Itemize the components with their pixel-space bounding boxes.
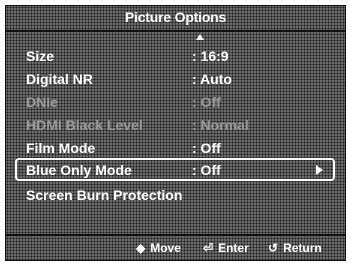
return-icon: ↺ (268, 241, 279, 255)
menu-item-digital-nr[interactable]: Digital NR : Auto (6, 67, 345, 90)
return-label: Return (283, 241, 322, 255)
scroll-up-arrow-icon[interactable] (196, 34, 204, 40)
menu-item-label: DNIe (26, 94, 58, 110)
menu-item-value: : 16:9 (192, 48, 229, 64)
menu-title: Picture Options (124, 9, 227, 25)
move-icon: ◆ (136, 241, 146, 255)
menu-item-value: : Off (192, 162, 221, 178)
menu-item-label: HDMI Black Level (26, 117, 143, 133)
menu-item-label: Digital NR (26, 71, 93, 87)
enter-label: Enter (218, 241, 249, 255)
move-hint: ◆ Move (136, 241, 181, 255)
menu-item-blue-only-mode[interactable]: Blue Only Mode : Off (15, 158, 335, 181)
menu-item-film-mode[interactable]: Film Mode : Off (6, 136, 345, 159)
menu-item-label: Film Mode (26, 140, 96, 156)
menu-item-size[interactable]: Size : 16:9 (6, 44, 345, 67)
menu-item-value: : Off (192, 140, 221, 156)
menu-item-value: : Normal (192, 117, 249, 133)
menu-item-value: : Off (192, 94, 221, 110)
return-hint: ↺ Return (268, 241, 322, 255)
menu-title-bar: Picture Options (6, 6, 345, 32)
picture-options-menu: Picture Options Size : 16:9 Digital NR :… (5, 5, 346, 261)
enter-hint: ⏎ Enter (203, 241, 249, 255)
enter-icon: ⏎ (203, 241, 214, 255)
menu-item-label: Size (26, 48, 55, 64)
right-arrow-icon[interactable] (316, 165, 323, 175)
menu-item-value: : Auto (192, 71, 232, 87)
menu-item-label: Screen Burn Protection (26, 187, 183, 203)
move-label: Move (150, 241, 181, 255)
menu-item-dnie: DNIe : Off (6, 90, 345, 113)
menu-footer: ◆ Move ⏎ Enter ↺ Return (6, 234, 345, 260)
menu-item-label: Blue Only Mode (26, 162, 132, 178)
menu-item-screen-burn-protection[interactable]: Screen Burn Protection (6, 183, 345, 206)
menu-item-hdmi-black-level: HDMI Black Level : Normal (6, 113, 345, 136)
